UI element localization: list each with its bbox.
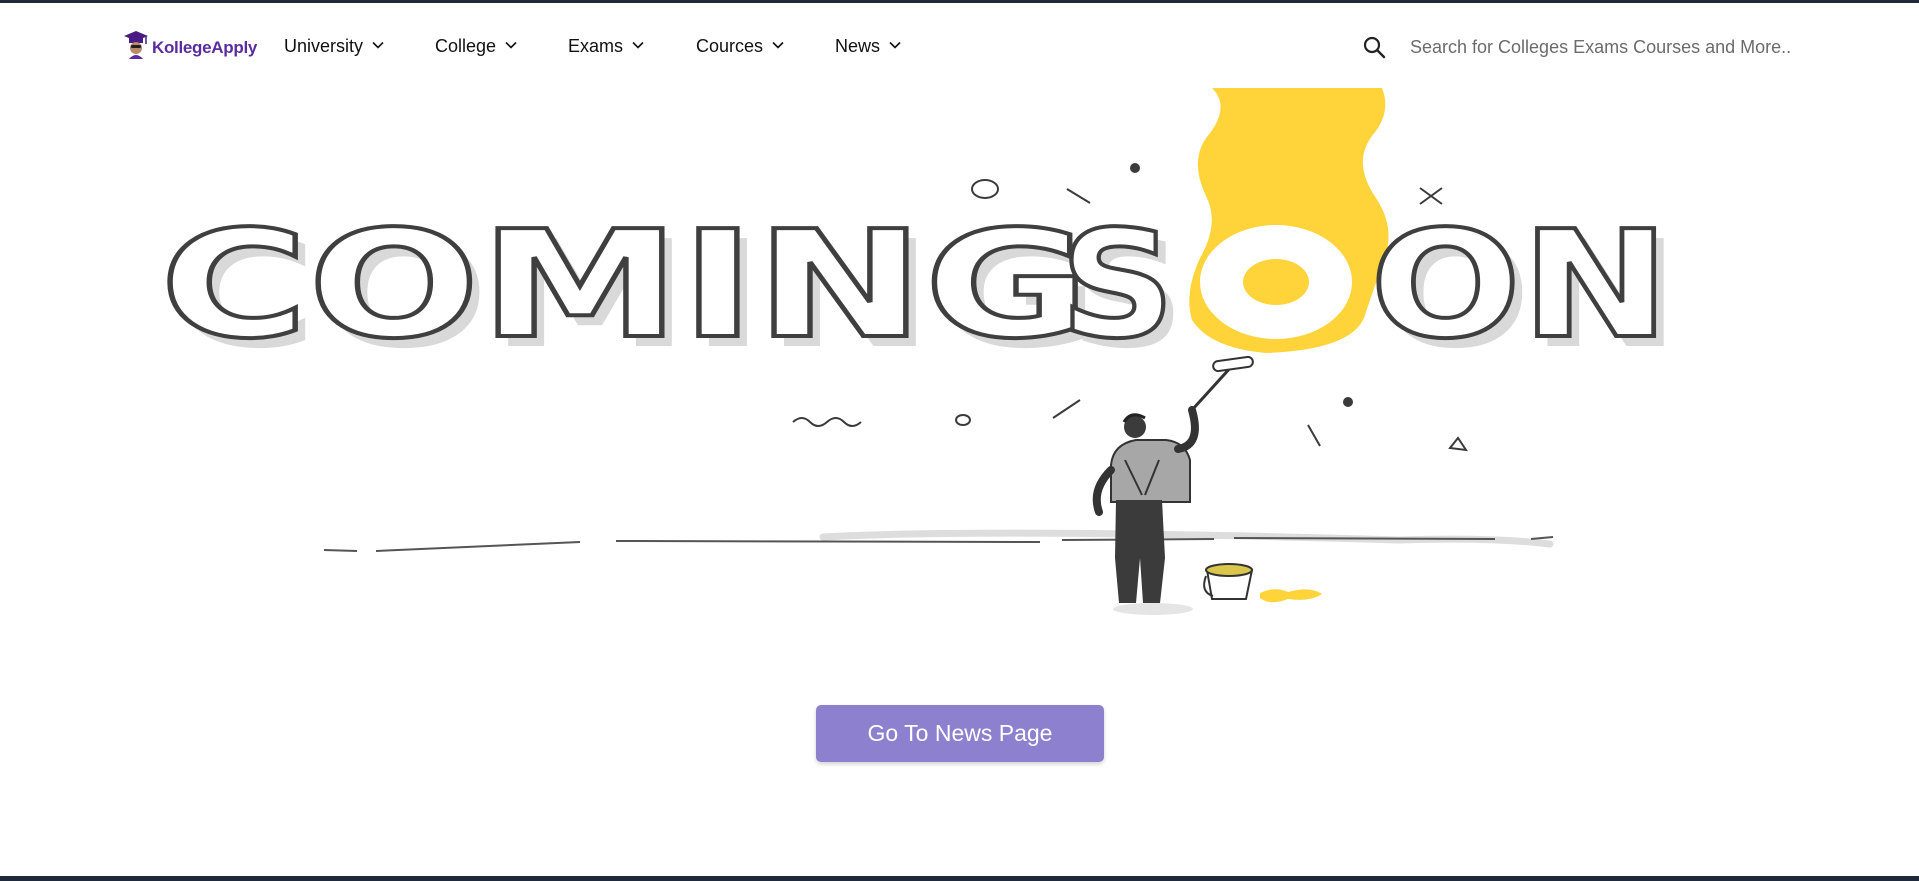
chevron-down-icon bbox=[631, 36, 645, 57]
chevron-down-icon bbox=[771, 36, 785, 57]
nav-university-label: University bbox=[284, 36, 364, 56]
nav-exams[interactable]: Exams bbox=[568, 36, 645, 57]
bottom-border bbox=[0, 876, 1919, 881]
headline-coming: COMING bbox=[160, 199, 1090, 371]
coming-soon-illustration: COMING COMING S S ON ON bbox=[158, 88, 1700, 628]
chevron-down-icon bbox=[371, 36, 385, 57]
go-to-news-button[interactable]: Go To News Page bbox=[816, 705, 1104, 762]
nav-college-label: College bbox=[435, 36, 497, 56]
ground-line bbox=[323, 536, 1554, 552]
nav-cources[interactable]: Cources bbox=[696, 36, 785, 57]
paint-bucket-icon bbox=[1203, 563, 1322, 603]
search-input[interactable] bbox=[1410, 31, 1830, 63]
brand-logo[interactable]: KollegeApply bbox=[122, 29, 257, 61]
graduation-cap-icon bbox=[122, 29, 150, 61]
search-icon[interactable] bbox=[1362, 35, 1386, 59]
chevron-down-icon bbox=[504, 36, 518, 57]
headline-soon-s: S bbox=[1060, 199, 1175, 371]
nav-college[interactable]: College bbox=[435, 36, 518, 57]
nav-cources-label: Cources bbox=[696, 36, 764, 56]
nav-exams-label: Exams bbox=[568, 36, 624, 56]
chevron-down-icon bbox=[888, 36, 902, 57]
nav-news-label: News bbox=[835, 36, 881, 56]
nav-news[interactable]: News bbox=[835, 36, 902, 57]
headline-soon-on: ON bbox=[1370, 199, 1670, 371]
brand-name: KollegeApply bbox=[152, 38, 258, 57]
nav-university[interactable]: University bbox=[284, 36, 385, 57]
site-header: KollegeApply University College Exams Co… bbox=[0, 3, 1919, 87]
